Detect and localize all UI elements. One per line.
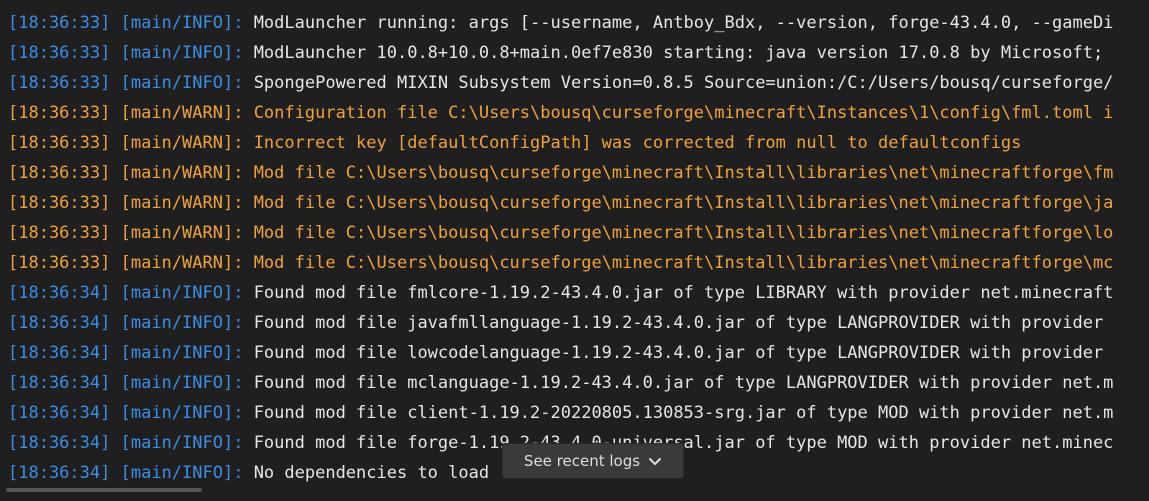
log-timestamp: [18:36:33] <box>8 43 111 63</box>
log-message: Mod file C:\Users\bousq\curseforge\minec… <box>253 163 1114 183</box>
log-line: [18:36:33] [main/WARN]: Mod file C:\User… <box>8 188 1149 218</box>
log-line: [18:36:34] [main/INFO]: Found mod file j… <box>8 308 1149 338</box>
log-line: [18:36:33] [main/INFO]: SpongePowered MI… <box>8 68 1149 98</box>
log-source: [main/INFO]: <box>120 343 244 363</box>
log-message: Found mod file forge-1.19.2-43.4.0-unive… <box>253 433 1114 453</box>
log-line: [18:36:34] [main/INFO]: Found mod file l… <box>8 338 1149 368</box>
log-message: Found mod file mclanguage-1.19.2-43.4.0.… <box>253 373 1114 393</box>
log-source: [main/INFO]: <box>120 373 244 393</box>
log-message: Found mod file lowcodelanguage-1.19.2-43… <box>253 343 1104 363</box>
log-line: [18:36:33] [main/WARN]: Mod file C:\User… <box>8 158 1149 188</box>
log-source: [main/WARN]: <box>120 163 244 183</box>
see-recent-logs-button[interactable]: See recent logs <box>503 444 683 478</box>
log-message: ModLauncher 10.0.8+10.0.8+main.0ef7e830 … <box>253 43 1104 63</box>
log-line: [18:36:34] [main/INFO]: Found mod file f… <box>8 278 1149 308</box>
log-line: [18:36:33] [main/WARN]: Configuration fi… <box>8 98 1149 128</box>
log-timestamp: [18:36:33] <box>8 13 111 33</box>
log-timestamp: [18:36:34] <box>8 313 111 333</box>
log-output: [18:36:33] [main/INFO]: ModLauncher runn… <box>8 8 1149 488</box>
chevron-down-icon <box>648 454 662 468</box>
log-message: Configuration file C:\Users\bousq\cursef… <box>253 103 1114 123</box>
log-message: Mod file C:\Users\bousq\curseforge\minec… <box>253 253 1114 273</box>
log-timestamp: [18:36:33] <box>8 73 111 93</box>
log-timestamp: [18:36:33] <box>8 103 111 123</box>
log-line: [18:36:33] [main/WARN]: Incorrect key [d… <box>8 128 1149 158</box>
log-timestamp: [18:36:34] <box>8 283 111 303</box>
log-source: [main/WARN]: <box>120 133 244 153</box>
log-source: [main/INFO]: <box>120 403 244 423</box>
log-source: [main/INFO]: <box>120 43 244 63</box>
log-timestamp: [18:36:33] <box>8 133 111 153</box>
log-line: [18:36:33] [main/INFO]: ModLauncher 10.0… <box>8 38 1149 68</box>
log-timestamp: [18:36:34] <box>8 373 111 393</box>
log-message: SpongePowered MIXIN Subsystem Version=0.… <box>253 73 1114 93</box>
log-message: Mod file C:\Users\bousq\curseforge\minec… <box>253 223 1114 243</box>
log-source: [main/INFO]: <box>120 463 244 483</box>
log-line: [18:36:33] [main/WARN]: Mod file C:\User… <box>8 218 1149 248</box>
log-source: [main/WARN]: <box>120 193 244 213</box>
log-source: [main/WARN]: <box>120 253 244 273</box>
log-message: No dependencies to load <box>253 463 490 483</box>
log-source: [main/INFO]: <box>120 433 244 453</box>
log-timestamp: [18:36:33] <box>8 193 111 213</box>
log-source: [main/INFO]: <box>120 73 244 93</box>
log-console[interactable]: [18:36:33] [main/INFO]: ModLauncher runn… <box>0 0 1149 501</box>
log-source: [main/INFO]: <box>120 283 244 303</box>
log-line: [18:36:33] [main/INFO]: ModLauncher runn… <box>8 8 1149 38</box>
log-source: [main/INFO]: <box>120 13 244 33</box>
see-recent-logs-label: See recent logs <box>523 452 641 470</box>
log-timestamp: [18:36:34] <box>8 343 111 363</box>
log-timestamp: [18:36:34] <box>8 403 111 423</box>
log-timestamp: [18:36:34] <box>8 433 111 453</box>
log-message: Found mod file fmlcore-1.19.2-43.4.0.jar… <box>253 283 1114 303</box>
log-source: [main/INFO]: <box>120 313 244 333</box>
log-timestamp: [18:36:33] <box>8 163 111 183</box>
log-line: [18:36:33] [main/WARN]: Mod file C:\User… <box>8 248 1149 278</box>
horizontal-scrollbar[interactable] <box>6 488 202 492</box>
log-message: Mod file C:\Users\bousq\curseforge\minec… <box>253 193 1114 213</box>
log-source: [main/WARN]: <box>120 223 244 243</box>
log-message: Found mod file javafmllanguage-1.19.2-43… <box>253 313 1104 333</box>
log-timestamp: [18:36:33] <box>8 253 111 273</box>
log-message: Incorrect key [defaultConfigPath] was co… <box>253 133 1022 153</box>
log-line: [18:36:34] [main/INFO]: Found mod file m… <box>8 368 1149 398</box>
log-timestamp: [18:36:33] <box>8 223 111 243</box>
log-source: [main/WARN]: <box>120 103 244 123</box>
log-line: [18:36:34] [main/INFO]: Found mod file c… <box>8 398 1149 428</box>
log-message: ModLauncher running: args [--username, A… <box>253 13 1114 33</box>
log-timestamp: [18:36:34] <box>8 463 111 483</box>
log-message: Found mod file client-1.19.2-20220805.13… <box>253 403 1114 423</box>
